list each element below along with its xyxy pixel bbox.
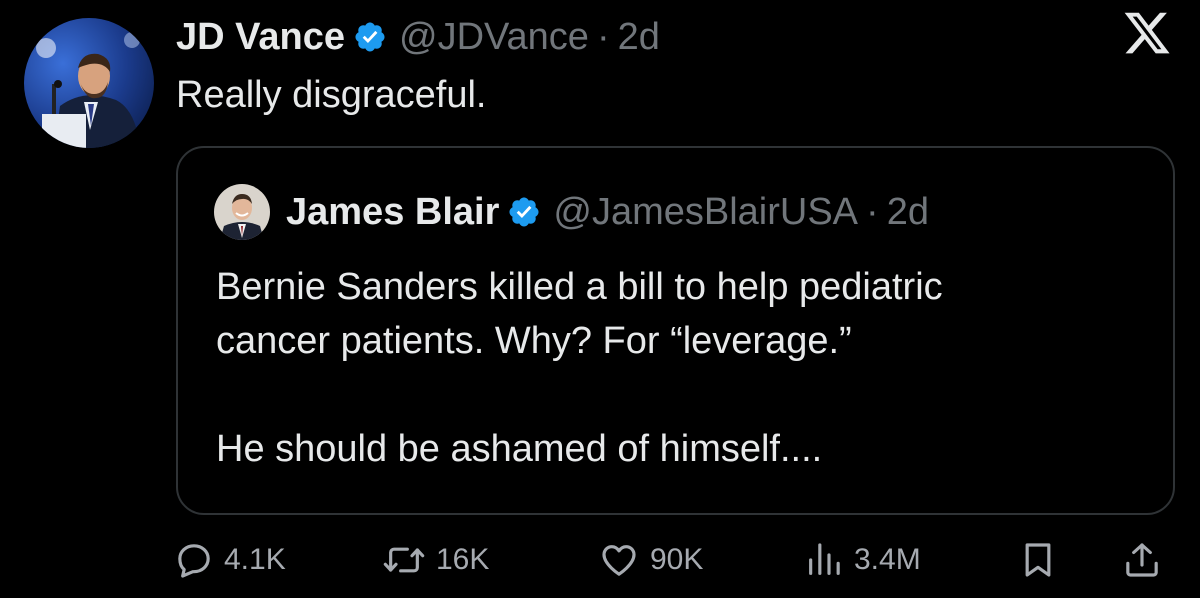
verified-badge-icon (353, 20, 387, 54)
heart-icon (598, 540, 640, 580)
like-count: 90K (650, 543, 704, 576)
reply-icon (174, 540, 214, 580)
tweet-header: JD Vance @JDVance · 2d (176, 14, 660, 60)
verified-badge-icon (507, 195, 541, 229)
views-chart-icon (804, 540, 844, 580)
quoted-author-name[interactable]: James Blair (286, 191, 499, 234)
repost-count: 16K (436, 543, 490, 576)
repost-icon (382, 540, 426, 580)
author-avatar[interactable] (24, 18, 154, 148)
like-button[interactable]: 90K (598, 532, 703, 588)
share-icon (1122, 540, 1162, 580)
share-button[interactable] (1122, 532, 1162, 588)
tweet: JD Vance @JDVance · 2d Really disgracefu… (0, 0, 1200, 598)
repost-button[interactable]: 16K (382, 532, 489, 588)
action-bar: 4.1K 16K 90K 3.4M (0, 532, 1200, 588)
post-time[interactable]: 2d (618, 16, 660, 59)
reply-count: 4.1K (224, 543, 286, 576)
separator-dot: · (866, 190, 879, 233)
views-count: 3.4M (854, 543, 921, 576)
separator-dot: · (596, 15, 610, 58)
reply-button[interactable]: 4.1K (174, 532, 286, 588)
quoted-text-line: Bernie Sanders killed a bill to help ped… (216, 266, 943, 308)
quoted-post-text: Bernie Sanders killed a bill to help ped… (216, 260, 1146, 476)
views-button[interactable]: 3.4M (804, 532, 921, 588)
post-text: Really disgraceful. (176, 74, 487, 116)
quoted-post-time[interactable]: 2d (887, 191, 929, 234)
bookmark-button[interactable] (1018, 532, 1058, 588)
quoted-text-line: He should be ashamed of himself.... (216, 428, 823, 470)
quoted-post[interactable]: James Blair @JamesBlairUSA · 2d Bernie S… (176, 146, 1175, 515)
quoted-author-avatar[interactable] (214, 184, 270, 240)
quoted-post-header: James Blair @JamesBlairUSA · 2d (214, 182, 929, 242)
author-name[interactable]: JD Vance (176, 16, 345, 59)
quoted-text-line: cancer patients. Why? For “leverage.” (216, 320, 852, 362)
author-handle[interactable]: @JDVance (399, 16, 589, 59)
quoted-author-handle[interactable]: @JamesBlairUSA (553, 191, 858, 234)
x-logo-icon[interactable] (1122, 8, 1172, 58)
bookmark-icon (1018, 540, 1058, 580)
